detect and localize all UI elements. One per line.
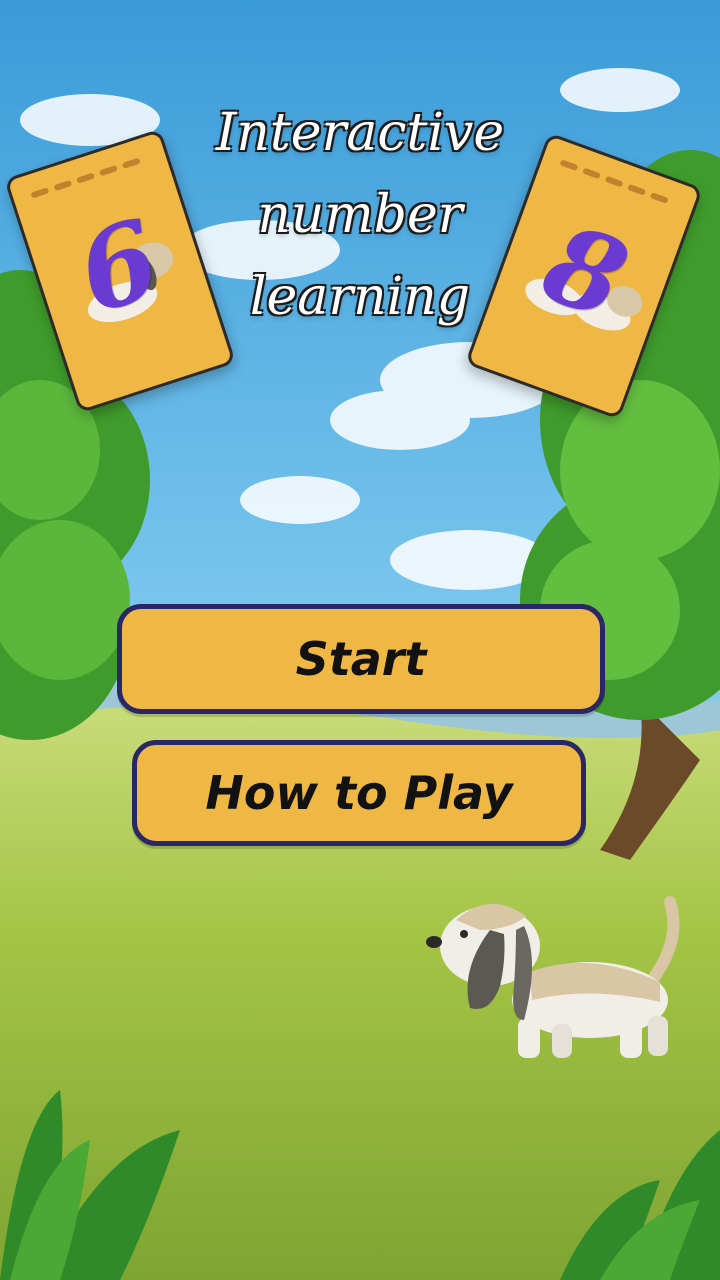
how-to-play-button-label: How to Play	[205, 766, 513, 820]
basset-hound-illustration	[426, 896, 680, 1058]
game-title: Interactive number learning	[180, 92, 540, 338]
start-button[interactable]: Start	[117, 604, 605, 714]
title-line-1: Interactive	[215, 103, 505, 163]
how-to-play-button[interactable]: How to Play	[132, 740, 586, 846]
start-button-label: Start	[295, 632, 427, 686]
title-line-2: number	[257, 185, 463, 245]
